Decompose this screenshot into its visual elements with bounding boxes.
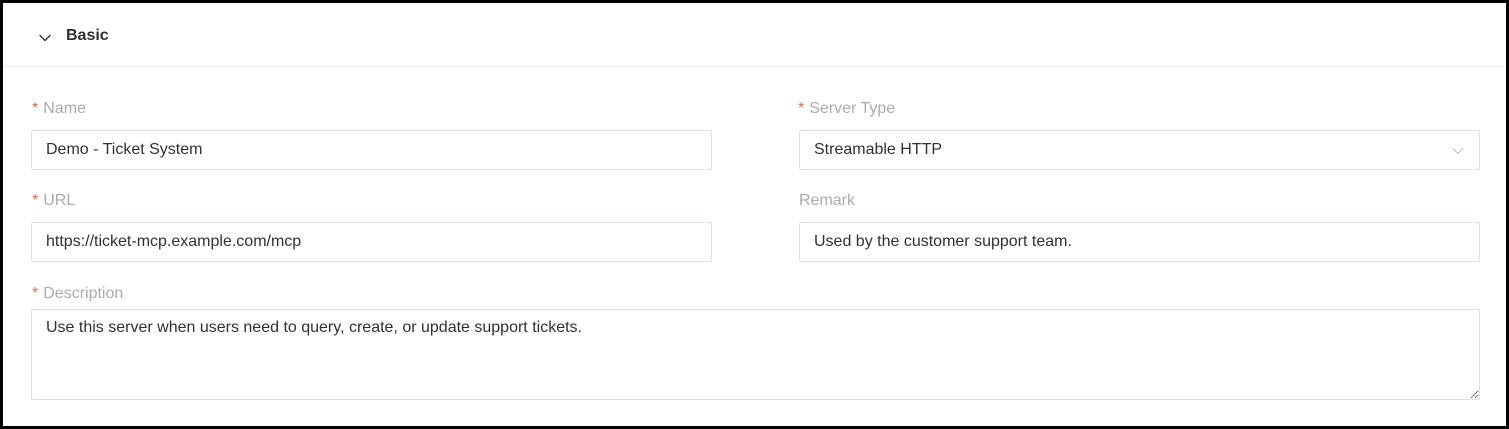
name-input[interactable] (31, 130, 712, 170)
form-panel: Basic *Name *Server Type Streamable HTTP… (0, 0, 1509, 429)
remark-label-text: Remark (799, 192, 856, 209)
server-type-label-text: Server Type (809, 100, 896, 117)
name-label-text: Name (43, 100, 86, 117)
chevron-down-icon[interactable] (37, 30, 53, 46)
required-mark: * (32, 100, 39, 117)
chevron-down-icon (1452, 147, 1464, 155)
server-type-select[interactable]: Streamable HTTP (799, 130, 1480, 170)
name-label: * Name (32, 99, 86, 119)
url-input[interactable] (31, 222, 712, 262)
server-type-label: * Server Type (798, 99, 895, 119)
required-mark: * (798, 100, 805, 117)
url-label: * URL (32, 191, 75, 211)
server-type-value: Streamable HTTP (814, 141, 943, 158)
remark-label: Remark (799, 191, 855, 211)
description-label-text: Description (43, 285, 124, 302)
description-label: * Description (32, 284, 123, 304)
remark-input[interactable] (799, 222, 1480, 262)
section-header-basic[interactable]: Basic (3, 3, 1506, 67)
url-label-text: URL (43, 192, 76, 209)
required-mark: * (32, 192, 39, 209)
description-textarea[interactable]: Use this server when users need to query… (31, 309, 1480, 400)
required-mark: * (32, 285, 39, 302)
section-title: Basic (66, 27, 109, 44)
